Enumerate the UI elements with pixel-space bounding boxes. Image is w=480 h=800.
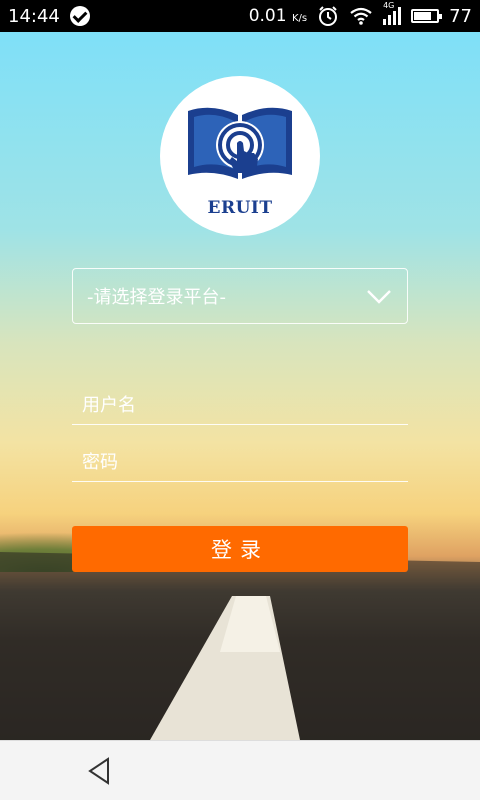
wifi-icon [350, 7, 372, 25]
logo-text: ERUIT [207, 198, 273, 218]
username-input[interactable] [82, 395, 398, 416]
status-time: 14:44 [8, 5, 60, 27]
network-speed: 0.01 K/s [248, 6, 308, 26]
battery-icon [411, 9, 443, 23]
status-bar: 14:44 0.01 K/s 4G 77 [0, 0, 480, 32]
login-button[interactable]: 登录 [72, 526, 408, 572]
navigation-bar [0, 740, 480, 800]
login-screen: ERUIT -请选择登录平台- 登录 [0, 32, 480, 740]
alarm-icon [319, 6, 338, 26]
chevron-down-icon [367, 290, 391, 304]
book-touch-icon [188, 107, 292, 179]
password-input[interactable] [82, 452, 398, 473]
username-field[interactable] [72, 381, 408, 425]
password-field[interactable] [72, 438, 408, 482]
check-circle-icon [69, 6, 90, 26]
back-triangle-icon[interactable] [84, 755, 114, 787]
platform-select-value: -请选择登录平台- [87, 287, 226, 308]
app-logo: ERUIT [160, 76, 320, 236]
signal-4g-icon: 4G [383, 1, 402, 25]
platform-select[interactable]: -请选择登录平台- [72, 268, 408, 324]
battery-level: 77 [449, 5, 472, 27]
